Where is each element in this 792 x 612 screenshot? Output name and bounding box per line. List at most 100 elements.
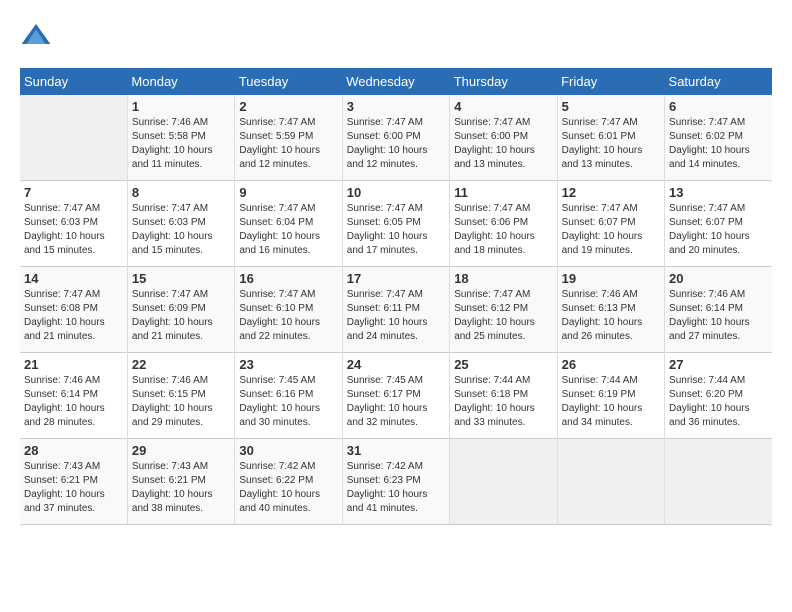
calendar-table: SundayMondayTuesdayWednesdayThursdayFrid… bbox=[20, 68, 772, 525]
day-number: 27 bbox=[669, 357, 768, 372]
day-cell: 18Sunrise: 7:47 AMSunset: 6:12 PMDayligh… bbox=[450, 267, 557, 353]
day-info: Sunrise: 7:47 AMSunset: 6:05 PMDaylight:… bbox=[347, 202, 445, 258]
day-number: 17 bbox=[347, 271, 445, 286]
day-number: 24 bbox=[347, 357, 445, 372]
day-info: Sunrise: 7:47 AMSunset: 5:59 PMDaylight:… bbox=[239, 116, 337, 172]
day-cell: 7 Sunrise: 7:47 AMSunset: 6:03 PMDaylight… bbox=[20, 181, 127, 267]
day-number: 16 bbox=[239, 271, 337, 286]
day-info: Sunrise: 7:47 AMSunset: 6:02 PMDaylight:… bbox=[669, 116, 768, 172]
day-info: Sunrise: 7:42 AMSunset: 6:23 PMDaylight:… bbox=[347, 460, 445, 516]
logo-icon bbox=[20, 20, 52, 52]
day-info: Sunrise: 7:46 AMSunset: 6:14 PMDaylight:… bbox=[24, 374, 123, 430]
day-cell: 23Sunrise: 7:45 AMSunset: 6:16 PMDayligh… bbox=[235, 353, 342, 439]
header-friday: Friday bbox=[557, 68, 664, 95]
day-cell: 3 Sunrise: 7:47 AMSunset: 6:00 PMDaylight… bbox=[342, 95, 449, 181]
day-number: 12 bbox=[562, 185, 660, 200]
day-info: Sunrise: 7:47 AMSunset: 6:04 PMDaylight:… bbox=[239, 202, 337, 258]
day-cell: 20 Sunrise: 7:46 AMSunset: 6:14 PMDayligh… bbox=[665, 267, 772, 353]
week-row-3: 21 Sunrise: 7:46 AMSunset: 6:14 PMDayligh… bbox=[20, 353, 772, 439]
day-info: Sunrise: 7:44 AMSunset: 6:20 PMDaylight:… bbox=[669, 374, 768, 430]
calendar-body: 1Sunrise: 7:46 AMSunset: 5:58 PMDaylight… bbox=[20, 95, 772, 525]
day-info: Sunrise: 7:47 AMSunset: 6:00 PMDaylight:… bbox=[454, 116, 552, 172]
day-number: 4 bbox=[454, 99, 552, 114]
day-number: 9 bbox=[239, 185, 337, 200]
day-info: Sunrise: 7:47 AMSunset: 6:03 PMDaylight:… bbox=[24, 202, 123, 258]
day-number: 25 bbox=[454, 357, 552, 372]
day-cell: 25 Sunrise: 7:44 AMSunset: 6:18 PMDayligh… bbox=[450, 353, 557, 439]
week-row-4: 28Sunrise: 7:43 AMSunset: 6:21 PMDayligh… bbox=[20, 439, 772, 525]
day-number: 20 bbox=[669, 271, 768, 286]
day-cell: 16 Sunrise: 7:47 AMSunset: 6:10 PMDayligh… bbox=[235, 267, 342, 353]
day-cell: 12 Sunrise: 7:47 AMSunset: 6:07 PMDayligh… bbox=[557, 181, 664, 267]
day-cell: 31 Sunrise: 7:42 AMSunset: 6:23 PMDayligh… bbox=[342, 439, 449, 525]
day-cell bbox=[20, 95, 127, 181]
day-cell bbox=[665, 439, 772, 525]
day-cell: 5 Sunrise: 7:47 AMSunset: 6:01 PMDaylight… bbox=[557, 95, 664, 181]
day-number: 29 bbox=[132, 443, 230, 458]
day-info: Sunrise: 7:47 AMSunset: 6:00 PMDaylight:… bbox=[347, 116, 445, 172]
day-cell: 1Sunrise: 7:46 AMSunset: 5:58 PMDaylight… bbox=[127, 95, 234, 181]
header-saturday: Saturday bbox=[665, 68, 772, 95]
week-row-2: 14 Sunrise: 7:47 AMSunset: 6:08 PMDayligh… bbox=[20, 267, 772, 353]
day-cell: 15Sunrise: 7:47 AMSunset: 6:09 PMDayligh… bbox=[127, 267, 234, 353]
day-info: Sunrise: 7:47 AMSunset: 6:10 PMDaylight:… bbox=[239, 288, 337, 344]
day-number: 6 bbox=[669, 99, 768, 114]
day-number: 31 bbox=[347, 443, 445, 458]
day-number: 26 bbox=[562, 357, 660, 372]
week-row-0: 1Sunrise: 7:46 AMSunset: 5:58 PMDaylight… bbox=[20, 95, 772, 181]
day-info: Sunrise: 7:47 AMSunset: 6:01 PMDaylight:… bbox=[562, 116, 660, 172]
day-info: Sunrise: 7:46 AMSunset: 6:13 PMDaylight:… bbox=[562, 288, 660, 344]
day-number: 1 bbox=[132, 99, 230, 114]
day-number: 8 bbox=[132, 185, 230, 200]
page-header bbox=[20, 20, 772, 52]
day-cell: 24Sunrise: 7:45 AMSunset: 6:17 PMDayligh… bbox=[342, 353, 449, 439]
day-cell: 28Sunrise: 7:43 AMSunset: 6:21 PMDayligh… bbox=[20, 439, 127, 525]
day-cell: 13 Sunrise: 7:47 AMSunset: 6:07 PMDayligh… bbox=[665, 181, 772, 267]
day-info: Sunrise: 7:47 AMSunset: 6:09 PMDaylight:… bbox=[132, 288, 230, 344]
week-row-1: 7 Sunrise: 7:47 AMSunset: 6:03 PMDaylight… bbox=[20, 181, 772, 267]
day-number: 5 bbox=[562, 99, 660, 114]
day-cell bbox=[450, 439, 557, 525]
day-cell: 22 Sunrise: 7:46 AMSunset: 6:15 PMDayligh… bbox=[127, 353, 234, 439]
day-cell: 6 Sunrise: 7:47 AMSunset: 6:02 PMDaylight… bbox=[665, 95, 772, 181]
day-cell: 14 Sunrise: 7:47 AMSunset: 6:08 PMDayligh… bbox=[20, 267, 127, 353]
day-cell: 8 Sunrise: 7:47 AMSunset: 6:03 PMDaylight… bbox=[127, 181, 234, 267]
day-cell: 4 Sunrise: 7:47 AMSunset: 6:00 PMDaylight… bbox=[450, 95, 557, 181]
day-cell: 21 Sunrise: 7:46 AMSunset: 6:14 PMDayligh… bbox=[20, 353, 127, 439]
day-number: 3 bbox=[347, 99, 445, 114]
day-cell: 17Sunrise: 7:47 AMSunset: 6:11 PMDayligh… bbox=[342, 267, 449, 353]
day-info: Sunrise: 7:43 AMSunset: 6:21 PMDaylight:… bbox=[132, 460, 230, 516]
day-info: Sunrise: 7:47 AMSunset: 6:07 PMDaylight:… bbox=[669, 202, 768, 258]
day-cell: 26Sunrise: 7:44 AMSunset: 6:19 PMDayligh… bbox=[557, 353, 664, 439]
day-cell: 19 Sunrise: 7:46 AMSunset: 6:13 PMDayligh… bbox=[557, 267, 664, 353]
day-number: 30 bbox=[239, 443, 337, 458]
day-cell bbox=[557, 439, 664, 525]
day-info: Sunrise: 7:46 AMSunset: 6:14 PMDaylight:… bbox=[669, 288, 768, 344]
day-number: 7 bbox=[24, 185, 123, 200]
day-number: 14 bbox=[24, 271, 123, 286]
header-row: SundayMondayTuesdayWednesdayThursdayFrid… bbox=[20, 68, 772, 95]
day-number: 2 bbox=[239, 99, 337, 114]
day-info: Sunrise: 7:42 AMSunset: 6:22 PMDaylight:… bbox=[239, 460, 337, 516]
day-cell: 30 Sunrise: 7:42 AMSunset: 6:22 PMDayligh… bbox=[235, 439, 342, 525]
day-info: Sunrise: 7:47 AMSunset: 6:07 PMDaylight:… bbox=[562, 202, 660, 258]
header-tuesday: Tuesday bbox=[235, 68, 342, 95]
day-number: 19 bbox=[562, 271, 660, 286]
day-info: Sunrise: 7:46 AMSunset: 6:15 PMDaylight:… bbox=[132, 374, 230, 430]
day-info: Sunrise: 7:47 AMSunset: 6:08 PMDaylight:… bbox=[24, 288, 123, 344]
day-number: 22 bbox=[132, 357, 230, 372]
day-info: Sunrise: 7:47 AMSunset: 6:03 PMDaylight:… bbox=[132, 202, 230, 258]
day-info: Sunrise: 7:43 AMSunset: 6:21 PMDaylight:… bbox=[24, 460, 123, 516]
day-info: Sunrise: 7:47 AMSunset: 6:06 PMDaylight:… bbox=[454, 202, 552, 258]
calendar-header: SundayMondayTuesdayWednesdayThursdayFrid… bbox=[20, 68, 772, 95]
day-number: 13 bbox=[669, 185, 768, 200]
day-info: Sunrise: 7:44 AMSunset: 6:18 PMDaylight:… bbox=[454, 374, 552, 430]
logo bbox=[20, 20, 56, 52]
day-number: 21 bbox=[24, 357, 123, 372]
header-monday: Monday bbox=[127, 68, 234, 95]
header-sunday: Sunday bbox=[20, 68, 127, 95]
day-cell: 29 Sunrise: 7:43 AMSunset: 6:21 PMDayligh… bbox=[127, 439, 234, 525]
day-cell: 9 Sunrise: 7:47 AMSunset: 6:04 PMDaylight… bbox=[235, 181, 342, 267]
day-cell: 2 Sunrise: 7:47 AMSunset: 5:59 PMDaylight… bbox=[235, 95, 342, 181]
day-cell: 27 Sunrise: 7:44 AMSunset: 6:20 PMDayligh… bbox=[665, 353, 772, 439]
